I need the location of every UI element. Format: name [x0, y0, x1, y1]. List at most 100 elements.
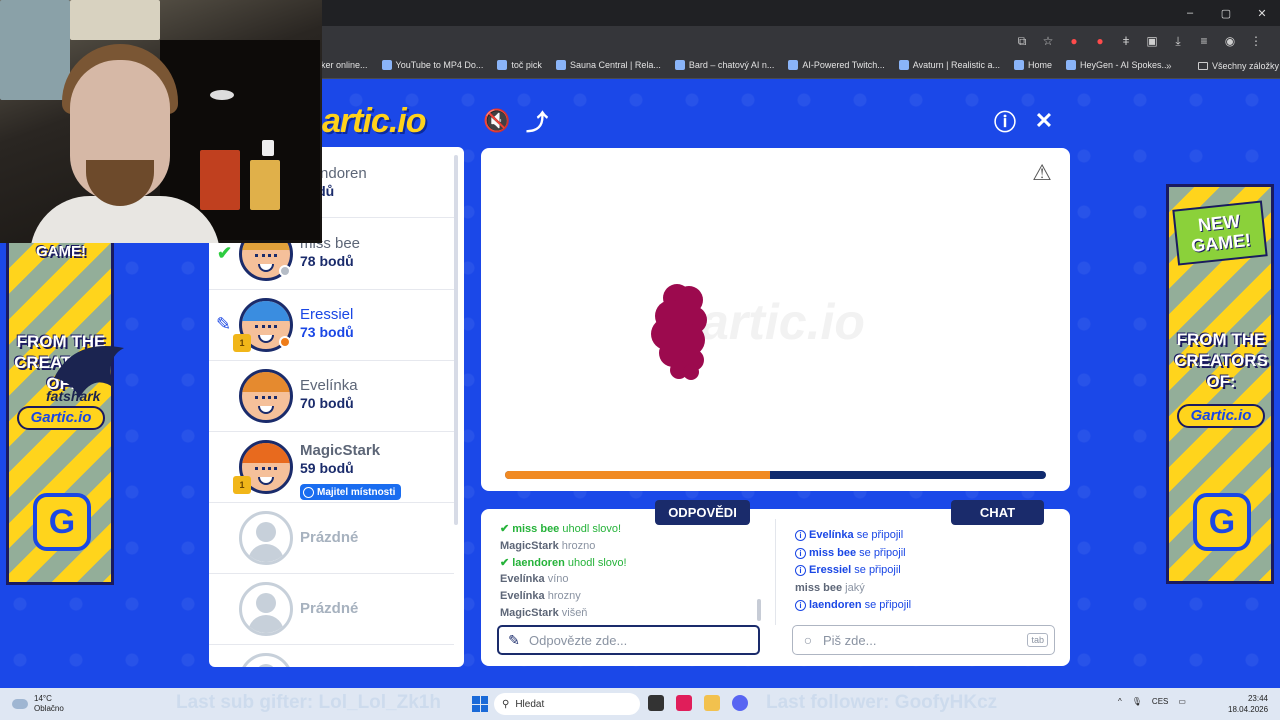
player-name: MagicStark: [300, 442, 381, 459]
system-tray: ^ 🎙 CES ▭: [1118, 697, 1186, 706]
message-text: jaký: [845, 581, 865, 594]
bookmark-item[interactable]: Avaturn | Realistic a...: [898, 60, 1000, 70]
chat-field[interactable]: ○ tab: [792, 625, 1055, 655]
message-text: hrozno: [561, 539, 596, 552]
drawing-canvas[interactable]: artic.io ⚠: [481, 148, 1070, 491]
empty-avatar-icon: [239, 653, 293, 667]
pencil-icon: ✎: [508, 631, 520, 648]
close-window-button[interactable]: ✕: [1244, 0, 1280, 26]
tab-chat[interactable]: CHAT: [951, 500, 1044, 525]
message-row: MagicStark hrozno: [500, 538, 760, 555]
check-icon: ✔: [500, 556, 510, 569]
adblock-icon[interactable]: ●: [1090, 31, 1110, 51]
taskbar-search[interactable]: ⚲ Hledat: [494, 693, 640, 715]
bookmarks-overflow-icon[interactable]: »: [1166, 61, 1172, 72]
round-timer-bar: [505, 471, 1046, 479]
windows-start-icon[interactable]: [472, 696, 488, 712]
answers-scrollbar[interactable]: [757, 599, 761, 621]
bookmark-label: HeyGen - AI Spokes...: [1080, 60, 1170, 70]
extension-icon[interactable]: ǂ: [1116, 31, 1136, 51]
network-icon[interactable]: ▭: [1178, 697, 1186, 706]
message-author: miss bee: [512, 523, 563, 535]
empty-slot[interactable]: [209, 645, 454, 667]
close-room-icon[interactable]: ✕: [1029, 106, 1059, 136]
bookmark-label: YouTube to MP4 Do...: [395, 60, 484, 70]
menu-icon[interactable]: ⋮: [1246, 31, 1266, 51]
tray-chevron-icon[interactable]: ^: [1118, 697, 1122, 706]
star-icon[interactable]: ☆: [1038, 31, 1058, 51]
terminal-app-icon[interactable]: [648, 695, 664, 711]
left-ad-banner[interactable]: GAME! FROM THE CREATORS OF: Gartic.io G: [6, 240, 114, 585]
all-bookmarks-button[interactable]: Všechny záložky: [1198, 61, 1279, 71]
bookmark-item[interactable]: Bard – chatový AI n...: [674, 60, 774, 70]
last-follower-overlay: Last follower: GoofyHKcz: [766, 692, 998, 713]
check-icon: ✔: [500, 523, 510, 535]
bookmark-label: AI-Powered Twitch...: [802, 60, 885, 70]
message-row: Evelínka hrozny: [500, 588, 760, 605]
mute-icon[interactable]: 🔇: [482, 106, 512, 136]
taskbar-search-label: Hledat: [515, 698, 545, 710]
screen-cast-icon[interactable]: ⧉: [1012, 31, 1032, 51]
answers-log: ✔ miss bee uhodl slovo! MagicStark hrozno ✔…: [500, 521, 760, 622]
message-row: MagicStark višeň: [500, 605, 760, 622]
bookmark-item[interactable]: Home: [1013, 60, 1052, 70]
player-row[interactable]: ✎ 1 Eressiel 73 bodů: [209, 290, 454, 361]
fatshark-label: fatshark: [46, 388, 101, 404]
bookmark-item[interactable]: AI-Powered Twitch...: [788, 60, 885, 70]
gartic-logo[interactable]: artic.io: [322, 102, 426, 141]
message-text: uhodl slovo!: [567, 556, 627, 569]
message-text: uhodl slovo!: [562, 523, 622, 535]
clock-time: 23:44: [1247, 694, 1268, 703]
weather-widget[interactable]: 14°C Oblačno: [12, 694, 64, 714]
favicon-icon: [497, 60, 508, 70]
bookmark-list: aker online... YouTube to MP4 Do... toč pi…: [316, 60, 1169, 70]
pencil-icon: ✎: [216, 314, 232, 334]
favicon-icon: [674, 60, 685, 70]
extension-badge-icon[interactable]: ●: [1064, 31, 1084, 51]
ad-from-creators: FROM THE CREATORS OF:: [1174, 330, 1268, 391]
favicon-icon: [788, 60, 799, 70]
room-owner-badge: Majitel místnosti: [300, 484, 402, 500]
info-icon[interactable]: ⓘ: [990, 106, 1020, 136]
favicon-icon: [1013, 60, 1024, 70]
player-row[interactable]: Evelínka 70 bodů: [209, 361, 454, 432]
drawn-shape: [651, 284, 707, 380]
chat-input[interactable]: [823, 632, 1023, 648]
right-ad-banner[interactable]: NEW GAME! FROM THE CREATORS OF: Gartic.i…: [1166, 184, 1274, 584]
explorer-app-icon[interactable]: [704, 695, 720, 711]
status-dot: [279, 336, 291, 348]
owner-icon: [303, 486, 314, 498]
ad-brand: Gartic.io: [17, 406, 105, 430]
empty-slot[interactable]: Prázdné: [209, 574, 454, 645]
bookmark-item[interactable]: HeyGen - AI Spokes...: [1066, 60, 1169, 70]
profile-icon[interactable]: ◉: [1220, 31, 1240, 51]
bookmark-label: aker online...: [316, 60, 368, 70]
toolbar-icons: ⧉ ☆ ● ● ǂ ▣ ⤓ ≡ ◉ ⋮: [1012, 31, 1266, 51]
player-row[interactable]: 1 MagicStark 59 bodů Majitel místnosti: [209, 432, 454, 503]
discord-app-icon[interactable]: [732, 695, 748, 711]
bookmark-item[interactable]: aker online...: [316, 60, 368, 70]
bookmark-item[interactable]: YouTube to MP4 Do...: [381, 60, 484, 70]
bookmark-item[interactable]: Sauna Central | Rela...: [555, 60, 661, 70]
taskbar-clock[interactable]: 23:44 18.04.2026: [1228, 693, 1268, 715]
maximize-button[interactable]: ▢: [1208, 0, 1244, 26]
bookmark-item[interactable]: toč pick: [497, 60, 542, 70]
download-icon[interactable]: ⤓: [1168, 31, 1188, 51]
panel-divider: [775, 519, 776, 625]
message-author: Evelínka: [809, 529, 857, 541]
weather-desc: Oblačno: [34, 704, 64, 713]
player-list-scrollbar[interactable]: [454, 155, 458, 525]
slack-app-icon[interactable]: [676, 695, 692, 711]
language-indicator[interactable]: CES: [1152, 697, 1168, 706]
share-icon[interactable]: ⤴: [522, 106, 552, 136]
microphone-icon[interactable]: 🎙: [1132, 697, 1142, 706]
tab-search-icon[interactable]: ≡: [1194, 31, 1214, 51]
empty-slot[interactable]: Prázdné: [209, 503, 454, 574]
puzzle-icon[interactable]: ▣: [1142, 31, 1162, 51]
answer-input[interactable]: [529, 632, 729, 648]
empty-avatar-icon: [239, 511, 293, 565]
answer-field[interactable]: ✎: [497, 625, 760, 655]
clock-date: 18.04.2026: [1228, 705, 1269, 714]
cloud-icon: [12, 699, 28, 709]
minimize-button[interactable]: –: [1172, 0, 1208, 26]
